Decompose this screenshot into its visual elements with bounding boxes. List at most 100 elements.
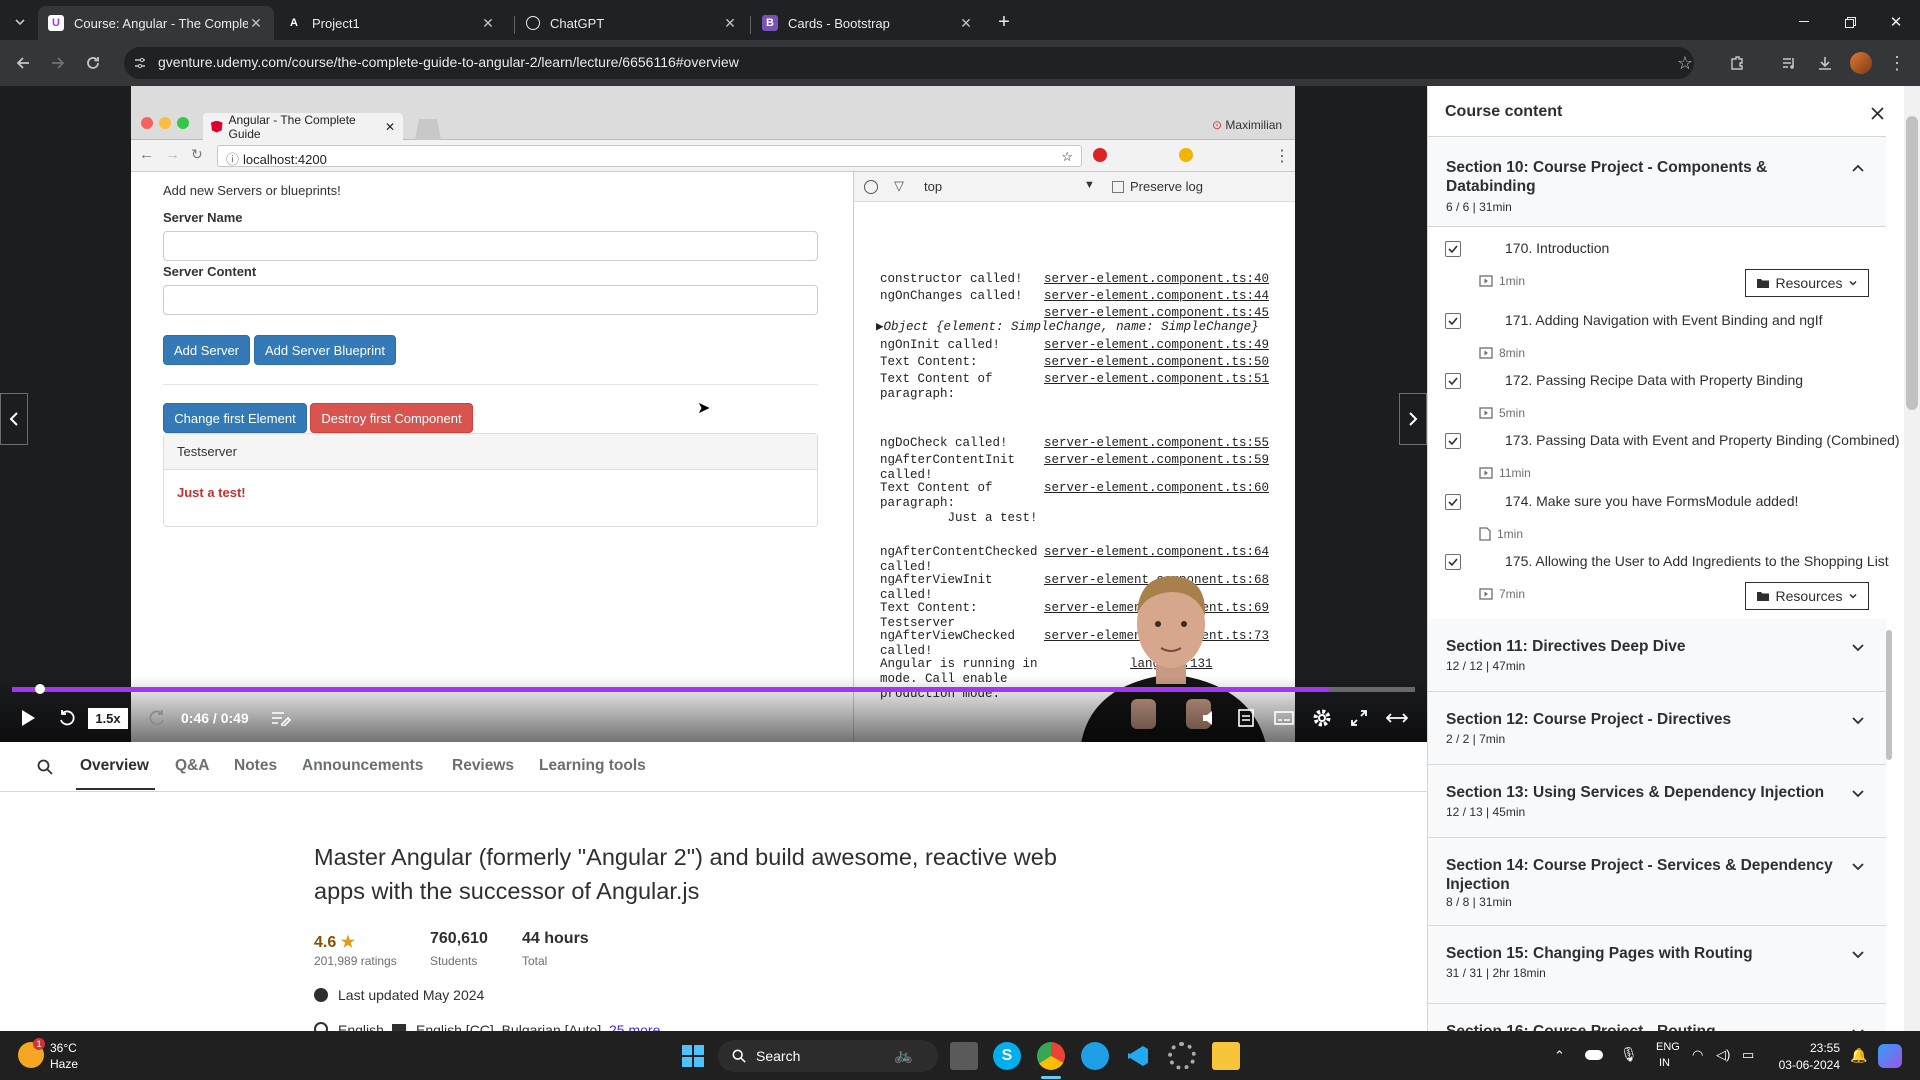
- clock-date[interactable]: 03-06-2024: [1770, 1058, 1840, 1072]
- site-info-icon[interactable]: [132, 55, 148, 71]
- tab-overview[interactable]: Overview: [80, 757, 149, 775]
- scrollbar-thumb[interactable]: [1906, 116, 1918, 410]
- lecture-complete-checkbox[interactable]: [1445, 313, 1461, 329]
- playback-speed-button[interactable]: 1.5x: [88, 708, 128, 729]
- onedrive-icon[interactable]: [1585, 1050, 1603, 1060]
- chatgpt-icon: [526, 16, 540, 30]
- battery-icon[interactable]: ▭: [1742, 1047, 1754, 1063]
- speaker-icon[interactable]: ◁): [1716, 1047, 1730, 1063]
- resources-dropdown-button[interactable]: Resources: [1745, 269, 1869, 297]
- extensions-icon[interactable]: [1722, 48, 1752, 78]
- taskbar-search[interactable]: Search 🚲: [718, 1040, 938, 1072]
- console-log-source-link: server-element.component.ts:40: [1044, 272, 1270, 286]
- copilot-icon[interactable]: [1081, 1042, 1109, 1070]
- close-tab-icon[interactable]: ✕: [722, 15, 738, 32]
- lecture-title[interactable]: 173. Passing Data with Event and Propert…: [1505, 432, 1900, 448]
- section-header[interactable]: Section 15: Changing Pages with Routing 3…: [1428, 926, 1886, 1004]
- lecture-complete-checkbox[interactable]: [1445, 554, 1461, 570]
- transcript-icon[interactable]: [1232, 704, 1260, 732]
- section-title: Section 10: Course Project - Components …: [1446, 159, 1768, 195]
- settings-gear-icon[interactable]: [1308, 704, 1336, 732]
- close-tab-icon[interactable]: ✕: [958, 15, 974, 32]
- close-tab-icon[interactable]: ✕: [248, 15, 264, 32]
- rewind-5-icon[interactable]: [53, 704, 81, 732]
- lecture-complete-checkbox[interactable]: [1445, 494, 1461, 510]
- restore-icon[interactable]: [1836, 8, 1864, 36]
- copilot-tray-icon[interactable]: [1878, 1044, 1902, 1068]
- lecture-title[interactable]: 175. Allowing the User to Add Ingredient…: [1505, 553, 1889, 569]
- lecture-complete-checkbox[interactable]: [1445, 373, 1461, 389]
- settings-app-icon[interactable]: [1168, 1042, 1196, 1070]
- browser-tab-project1[interactable]: A Project1 ✕: [276, 6, 506, 40]
- video-player[interactable]: Angular - The Complete Guide ✕ ⊙ Maximil…: [0, 86, 1427, 742]
- forward-5-icon[interactable]: [143, 704, 171, 732]
- lecture-complete-checkbox[interactable]: [1445, 433, 1461, 449]
- tab-reviews[interactable]: Reviews: [452, 757, 514, 775]
- wifi-icon[interactable]: ◠: [1692, 1047, 1703, 1063]
- next-lecture-button[interactable]: [1399, 393, 1427, 445]
- weather-temp: 36°C: [50, 1041, 77, 1055]
- add-note-icon[interactable]: [267, 704, 295, 732]
- browser-tab-bootstrap[interactable]: B Cards - Bootstrap ✕: [752, 6, 984, 40]
- section-meta: 31 / 31 | 2hr 18min: [1446, 966, 1546, 980]
- bookmark-star-icon[interactable]: ☆: [1670, 48, 1700, 78]
- previous-lecture-button[interactable]: [0, 393, 28, 445]
- browser-tab-chatgpt[interactable]: ChatGPT ✕: [516, 6, 748, 40]
- notification-bell-icon[interactable]: 🔔: [1850, 1047, 1867, 1064]
- forward-icon[interactable]: [43, 48, 73, 78]
- new-tab-icon[interactable]: +: [990, 8, 1018, 36]
- tab-search-icon[interactable]: [8, 10, 32, 34]
- section-header[interactable]: Section 12: Course Project - Directives 2…: [1428, 692, 1886, 765]
- browser-menu-icon[interactable]: ⋮: [1882, 48, 1912, 78]
- resources-dropdown-button[interactable]: Resources: [1745, 582, 1869, 610]
- destroy-first-component-button: Destroy first Component: [310, 403, 473, 433]
- fullscreen-icon[interactable]: [1345, 704, 1373, 732]
- close-sidebar-icon[interactable]: [1866, 102, 1888, 124]
- lecture-title[interactable]: 172. Passing Recipe Data with Property B…: [1505, 372, 1803, 388]
- tab-qa[interactable]: Q&A: [175, 757, 209, 775]
- back-icon[interactable]: [8, 48, 38, 78]
- skype-icon[interactable]: S: [993, 1042, 1021, 1070]
- file-explorer-icon[interactable]: [1212, 1042, 1240, 1070]
- clock-time[interactable]: 23:55: [1790, 1041, 1840, 1055]
- captions-icon[interactable]: [1270, 704, 1298, 732]
- inner-scrollbar-thumb[interactable]: [1886, 630, 1892, 760]
- volume-icon[interactable]: [1196, 704, 1224, 732]
- lecture-complete-checkbox[interactable]: [1445, 241, 1461, 257]
- browser-tab-udemy[interactable]: U Course: Angular - The Complete ✕: [38, 6, 274, 40]
- tab-notes[interactable]: Notes: [234, 757, 277, 775]
- download-icon[interactable]: [1810, 48, 1840, 78]
- chrome-icon[interactable]: [1037, 1042, 1065, 1070]
- url-text[interactable]: gventure.udemy.com/course/the-complete-g…: [158, 54, 739, 70]
- language-indicator[interactable]: ENG: [1656, 1041, 1680, 1053]
- media-control-icon[interactable]: [1774, 48, 1804, 78]
- search-icon[interactable]: [34, 756, 56, 778]
- play-icon[interactable]: [14, 704, 42, 732]
- tab-label: Cards - Bootstrap: [788, 15, 890, 31]
- reload-icon[interactable]: [78, 48, 108, 78]
- close-window-icon[interactable]: ✕: [1882, 8, 1910, 36]
- lecture-title[interactable]: 171. Adding Navigation with Event Bindin…: [1505, 312, 1823, 328]
- demo-heading: Add new Servers or blueprints!: [163, 183, 341, 198]
- section-header[interactable]: Section 11: Directives Deep Dive 12 / 12 …: [1428, 619, 1886, 692]
- tab-announcements[interactable]: Announcements: [302, 757, 423, 775]
- section-header[interactable]: Section 13: Using Services & Dependency …: [1428, 765, 1886, 838]
- vscode-icon[interactable]: [1124, 1042, 1152, 1070]
- expand-width-icon[interactable]: [1383, 704, 1411, 732]
- lecture-title[interactable]: 170. Introduction: [1505, 240, 1609, 256]
- microphone-icon[interactable]: 🎙: [1620, 1046, 1638, 1063]
- close-tab-icon[interactable]: ✕: [480, 15, 496, 32]
- lecture-title[interactable]: 174. Make sure you have FormsModule adde…: [1505, 493, 1798, 509]
- profile-avatar[interactable]: [1850, 52, 1872, 74]
- tray-overflow-icon[interactable]: ⌃: [1554, 1048, 1565, 1064]
- task-view-icon[interactable]: [950, 1042, 978, 1070]
- tab-learning-tools[interactable]: Learning tools: [539, 757, 646, 775]
- rating-count: 201,989 ratings: [314, 954, 397, 968]
- video-progress-bar[interactable]: [12, 687, 1415, 692]
- progress-marker[interactable]: [35, 684, 45, 694]
- section-10-header[interactable]: Section 10: Course Project - Components …: [1428, 137, 1886, 227]
- minimize-icon[interactable]: [1790, 8, 1818, 36]
- windows-start-icon[interactable]: [682, 1045, 704, 1067]
- active-app-indicator: [1041, 1076, 1061, 1079]
- section-header[interactable]: Section 14: Course Project - Services & …: [1428, 838, 1886, 926]
